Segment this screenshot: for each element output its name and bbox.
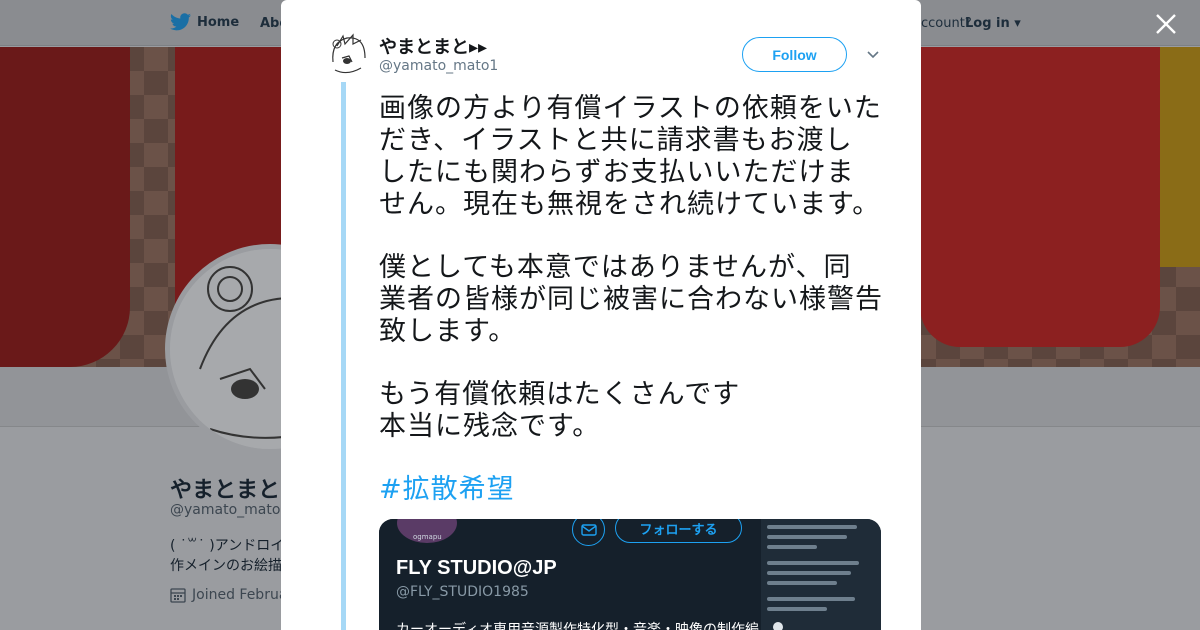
hashtag-link[interactable]: #拡散希望 xyxy=(379,474,889,506)
mail-icon xyxy=(580,523,597,536)
chevron-down-icon[interactable] xyxy=(865,47,881,63)
media-chat-line xyxy=(767,525,857,529)
tweet-line: だき、イラストと共に請求書もお渡し xyxy=(379,125,853,156)
author-avatar-image xyxy=(325,32,371,78)
media-chat-line xyxy=(767,597,855,601)
login-link[interactable]: Log in ▾ xyxy=(965,16,1021,31)
media-chat-line xyxy=(767,571,851,575)
media-studio-bio: カーオーディオ専用音源製作特化型・音楽・映像の制作編 xyxy=(396,622,760,630)
tweet-line: 僕としても本意ではありませんが、同 xyxy=(379,252,852,283)
media-mail-button xyxy=(572,519,605,546)
media-chat-line xyxy=(767,535,847,539)
profile-bio-line-1: ( ˙꒳˙ )アンドロイ xyxy=(170,538,281,554)
tweet-text: 画像の方より有償イラストの依頼をいた だき、イラストと共に請求書もお渡し したに… xyxy=(379,93,889,506)
author-handle[interactable]: @yamato_mato1 xyxy=(379,58,498,74)
profile-name: やまとまと xyxy=(170,478,280,503)
media-studio-name: FLY STUDIO@JP xyxy=(396,557,557,579)
media-studio-handle: @FLY_STUDIO1985 xyxy=(396,584,529,600)
media-chat-line xyxy=(767,561,859,565)
media-chat-line xyxy=(767,607,827,611)
author-name[interactable]: やまとまと▸▸ xyxy=(379,33,487,59)
author-avatar[interactable] xyxy=(325,32,371,78)
tweet-line: 画像の方より有償イラストの依頼をいた xyxy=(379,93,882,124)
tweet-line: もう有償依頼はたくさんです xyxy=(379,379,741,410)
tweet-media-image[interactable]: ogmapu フォローする FLY STUDIO@JP @FLY_STUDIO1… xyxy=(379,519,881,630)
tweet-line: せん。現在も無視をされ続けています。 xyxy=(379,189,881,220)
thread-line xyxy=(341,82,346,630)
media-avatar-label: ogmapu xyxy=(413,533,442,541)
profile-handle: @yamato_mato1 xyxy=(170,502,290,518)
banner-curtain-left xyxy=(0,47,130,367)
login-label: Log in xyxy=(965,16,1010,31)
media-chat-line xyxy=(767,545,817,549)
media-screenshot-left: ogmapu フォローする FLY STUDIO@JP @FLY_STUDIO1… xyxy=(379,519,759,630)
close-icon[interactable] xyxy=(1154,12,1178,36)
tweet-line: 本当に残念です。 xyxy=(379,411,601,442)
tweet-line: 業者の皆様が同じ被害に合わない様警告 xyxy=(379,284,883,315)
profile-bio-line-2: 作メインのお絵描 xyxy=(170,558,281,574)
media-emoji-icon xyxy=(773,622,783,630)
media-follow-button: フォローする xyxy=(615,519,742,543)
nav-home[interactable]: Home xyxy=(170,13,239,31)
tweet-modal: やまとまと▸▸ @yamato_mato1 Follow 画像の方より有償イラス… xyxy=(281,0,921,630)
banner-curtain-right xyxy=(920,47,1160,347)
calendar-icon xyxy=(170,588,186,603)
follow-button[interactable]: Follow xyxy=(742,37,847,72)
media-chat-line xyxy=(767,581,837,585)
profile-joined-text: Joined Februa xyxy=(192,587,281,603)
tweet-line: 致します。 xyxy=(379,316,517,347)
profile-joined: Joined Februa xyxy=(170,587,281,603)
nav-home-label: Home xyxy=(197,14,240,30)
tweet-line: したにも関わらずお支払いいただけま xyxy=(379,157,855,188)
twitter-bird-icon xyxy=(170,13,191,31)
